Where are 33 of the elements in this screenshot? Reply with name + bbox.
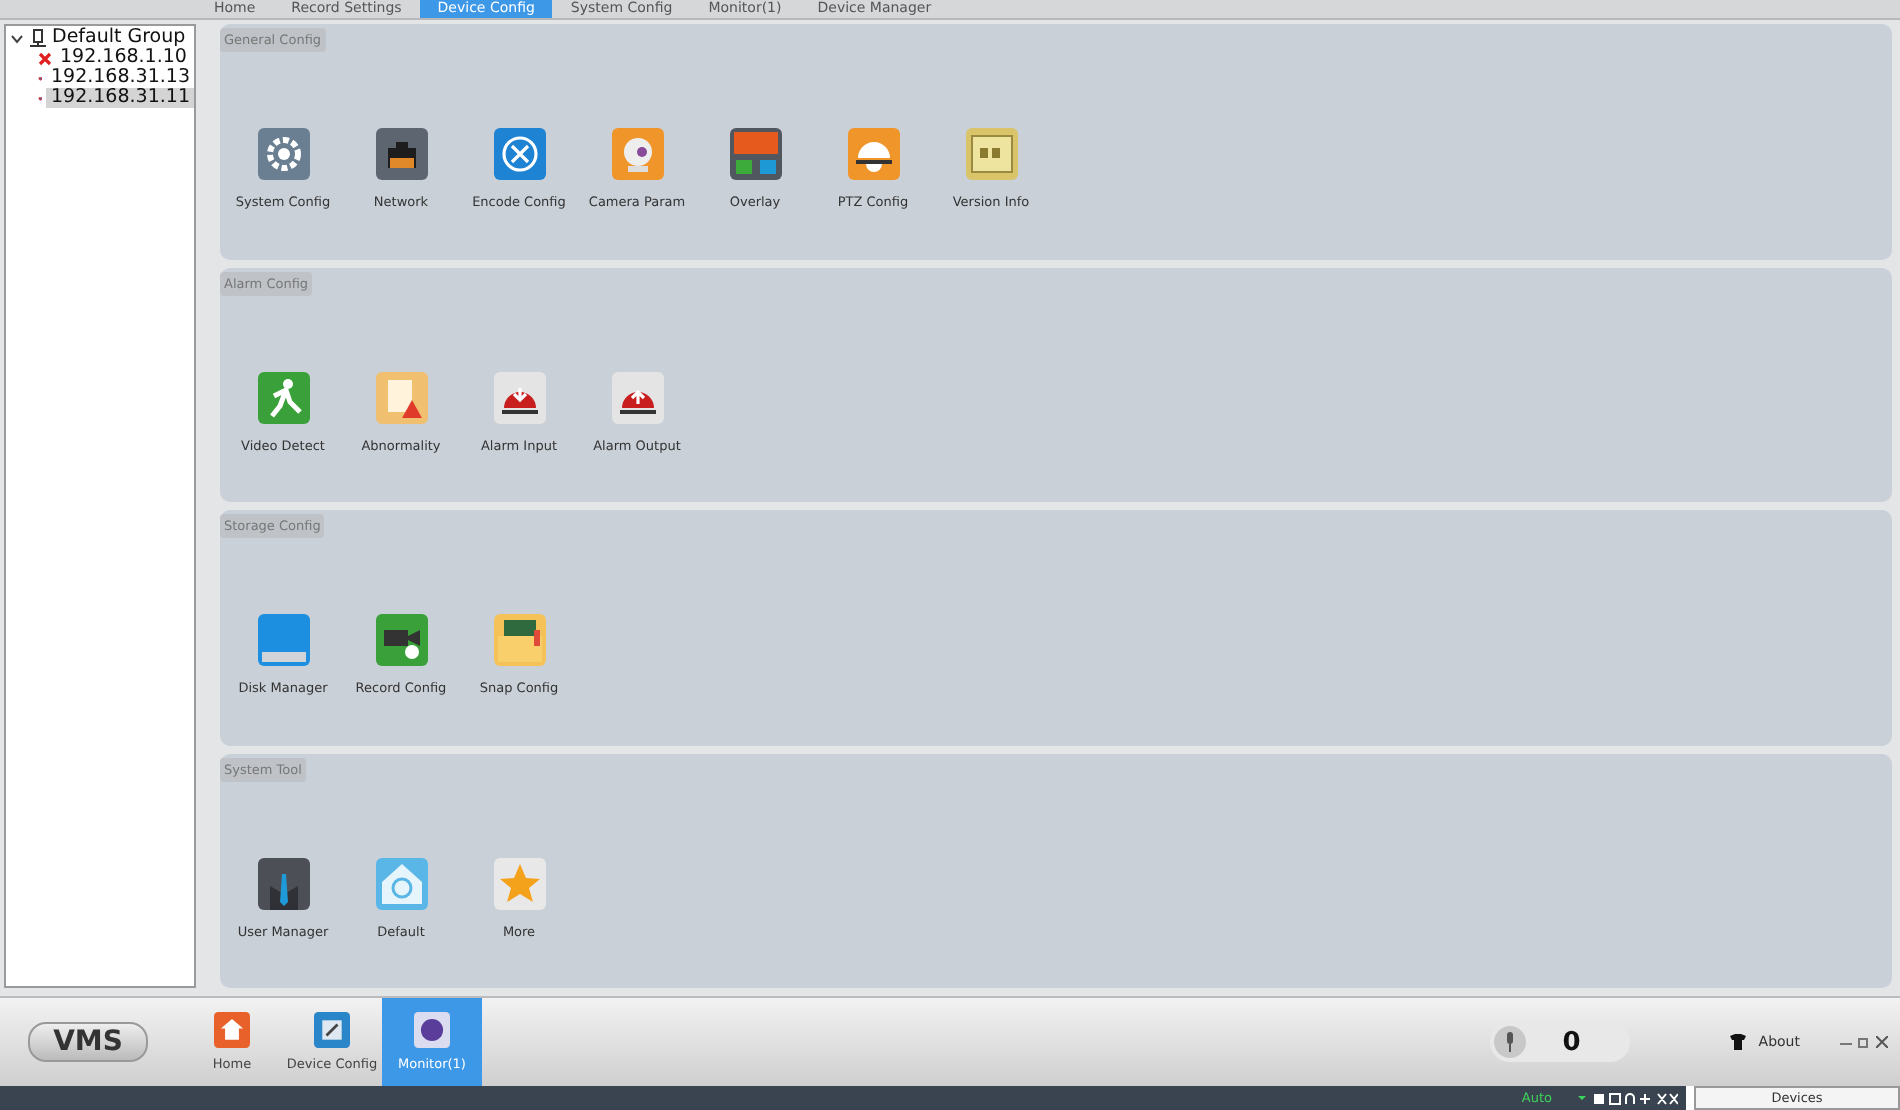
caret-icon[interactable]	[10, 31, 24, 45]
overlay-icon	[729, 128, 781, 180]
alarm-in-icon	[493, 371, 545, 423]
gear-icon	[257, 128, 309, 180]
video-camera-icon	[375, 614, 427, 666]
config-picture-icon	[314, 1012, 350, 1048]
restore-icon[interactable]	[1858, 1036, 1870, 1048]
warning-document-icon	[375, 371, 427, 423]
network-port-icon	[375, 128, 427, 180]
home-icon	[214, 1012, 250, 1048]
microphone-icon[interactable]	[1494, 1026, 1527, 1058]
video-controls-icon[interactable]	[1578, 1091, 1678, 1105]
device-icon	[38, 91, 43, 105]
device-item[interactable]: 192.168.1.10	[56, 48, 191, 68]
device-item[interactable]: 192.168.31.11	[46, 88, 194, 108]
close-icon[interactable]	[1876, 1036, 1888, 1048]
group-icon	[28, 28, 48, 48]
group-label[interactable]: Default Group	[52, 28, 186, 48]
dome-camera-icon	[847, 128, 899, 180]
device-item[interactable]: 192.168.31.13	[46, 68, 194, 88]
alarm-out-icon	[611, 371, 663, 423]
shirt-icon	[1730, 1034, 1747, 1050]
user-suit-icon	[257, 857, 309, 909]
house-icon	[375, 857, 427, 909]
counter-value: 0	[1562, 1027, 1581, 1057]
tools-icon	[493, 128, 545, 180]
monitor-orb-icon	[414, 1012, 450, 1048]
offline-device-icon	[38, 51, 52, 65]
folder-icon	[493, 614, 545, 666]
logo: VMS	[28, 1022, 148, 1062]
running-person-icon	[257, 371, 309, 423]
document-icon	[965, 128, 1017, 180]
camera-icon	[611, 128, 663, 180]
